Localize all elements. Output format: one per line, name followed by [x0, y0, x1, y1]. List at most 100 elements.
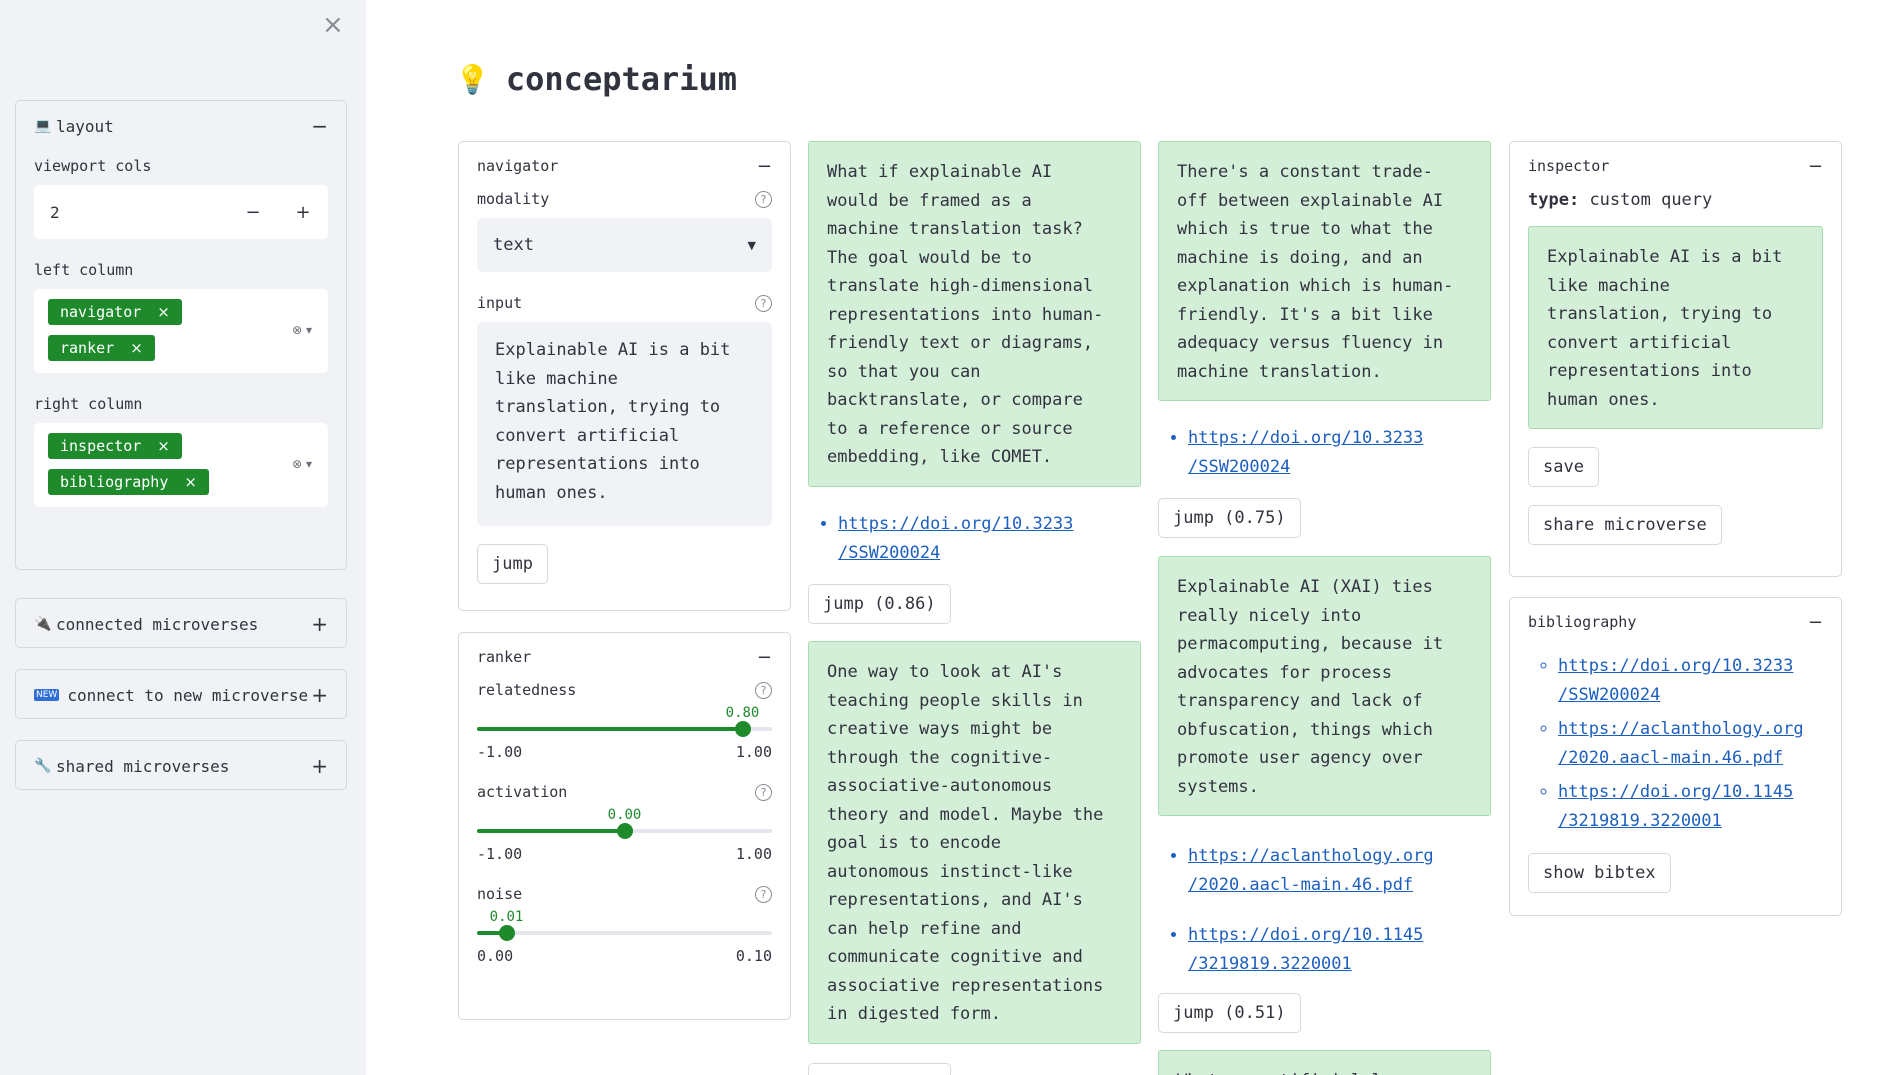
- slider-thumb[interactable]: [734, 721, 751, 737]
- input-textarea[interactable]: Explainable AI is a bit like machine tra…: [477, 322, 772, 526]
- slider-fill: [477, 727, 743, 731]
- viewport-cols-label: viewport cols: [34, 157, 152, 175]
- reference-link[interactable]: https://doi.org/10.3233 /SSW200024: [1558, 656, 1793, 705]
- result-card[interactable]: One way to look at AI's teaching people …: [808, 641, 1141, 1044]
- right-column-label: right column: [34, 395, 143, 413]
- help-icon[interactable]: ?: [755, 783, 772, 801]
- bibliography-title: bibliography: [1528, 613, 1637, 631]
- layout-expander: 💻 layout − viewport cols 2 − + left colu…: [15, 100, 347, 570]
- ranker-panel: ranker − relatedness? 0.80 -1.00 1.00 activa…: [458, 632, 791, 1020]
- ranker-title: ranker: [477, 648, 532, 666]
- tag-ranker: ranker ×: [48, 335, 155, 361]
- expand-icon[interactable]: +: [311, 612, 328, 636]
- list-item: https://doi.org/10.1145 /3219819.3220001: [1188, 921, 1491, 978]
- close-sidebar-icon[interactable]: ×: [322, 12, 344, 38]
- viewport-cols-value[interactable]: 2: [50, 203, 228, 222]
- left-column-label: left column: [34, 261, 134, 279]
- reference-link[interactable]: https://doi.org/10.1145 /3219819.3220001: [1558, 782, 1793, 831]
- result-links: https://doi.org/10.3233 /SSW200024: [808, 510, 1141, 567]
- connected-microverses-title: connected microverses: [56, 614, 259, 634]
- slider-thumb[interactable]: [498, 925, 515, 941]
- remove-tag-icon[interactable]: ×: [157, 437, 170, 455]
- jump-button[interactable]: jump (0.57): [808, 1063, 951, 1075]
- collapse-icon[interactable]: −: [1808, 612, 1823, 633]
- save-button[interactable]: save: [1528, 447, 1599, 487]
- plug-icon: 🔌: [34, 616, 52, 632]
- slider-value: 0.01: [489, 909, 524, 925]
- page-title: conceptarium: [505, 60, 738, 98]
- slider-min: -1.00: [477, 743, 523, 761]
- remove-tag-icon[interactable]: ×: [184, 473, 197, 491]
- expand-icon[interactable]: +: [311, 683, 328, 707]
- connect-new-microverse-title: connect to new microverse: [67, 685, 309, 705]
- help-icon[interactable]: ?: [755, 294, 772, 312]
- collapse-icon[interactable]: −: [757, 647, 772, 668]
- result-card[interactable]: There's a constant trade- off between ex…: [1158, 141, 1491, 401]
- inspector-header[interactable]: inspector −: [1510, 142, 1841, 190]
- collapse-icon[interactable]: −: [1808, 156, 1823, 177]
- navigator-header[interactable]: navigator −: [459, 142, 790, 190]
- decrement-button[interactable]: −: [228, 202, 278, 223]
- input-label: input: [477, 294, 523, 312]
- modality-select[interactable]: text ▼: [477, 218, 772, 272]
- result-links: https://doi.org/10.3233 /SSW200024: [1158, 424, 1491, 481]
- collapse-icon[interactable]: −: [311, 114, 328, 138]
- help-icon[interactable]: ?: [755, 190, 772, 208]
- share-microverse-button[interactable]: share microverse: [1528, 505, 1722, 545]
- inspector-text: Explainable AI is a bit like machine tra…: [1528, 226, 1823, 429]
- slider-fill: [477, 829, 625, 833]
- viewport-cols-input[interactable]: 2 − +: [34, 185, 328, 239]
- slider-thumb[interactable]: [616, 823, 633, 839]
- inspector-type: type: custom query: [1528, 190, 1713, 210]
- help-icon[interactable]: ?: [755, 681, 772, 699]
- reference-link[interactable]: https://aclanthology.org /2020.aacl-main…: [1558, 719, 1804, 768]
- connect-new-microverse-expander[interactable]: NEW connect to new microverse +: [15, 669, 347, 719]
- reference-link[interactable]: https://doi.org/10.3233 /SSW200024: [1188, 428, 1423, 477]
- wrench-icon: 🔧: [34, 758, 52, 774]
- result-card[interactable]: Explainable AI (XAI) ties really nicely …: [1158, 556, 1491, 816]
- lightbulb-icon: 💡: [455, 62, 490, 96]
- show-bibtex-button[interactable]: show bibtex: [1528, 853, 1671, 893]
- reference-link[interactable]: https://doi.org/10.1145 /3219819.3220001: [1188, 925, 1423, 974]
- navigator-title: navigator: [477, 157, 559, 175]
- connected-microverses-expander[interactable]: 🔌 connected microverses +: [15, 598, 347, 648]
- jump-button[interactable]: jump (0.51): [1158, 993, 1301, 1033]
- list-item: https://doi.org/10.3233 /SSW200024: [838, 510, 1141, 567]
- ranker-header[interactable]: ranker −: [459, 633, 790, 681]
- slider-min: 0.00: [477, 947, 514, 965]
- jump-button[interactable]: jump (0.86): [808, 584, 951, 624]
- jump-button[interactable]: jump: [477, 544, 548, 584]
- result-links: https://aclanthology.org /2020.aacl-main…: [1158, 842, 1491, 978]
- page-header: 💡 conceptarium: [455, 60, 737, 98]
- modality-label: modality: [477, 190, 550, 208]
- clear-and-dropdown-icon[interactable]: ⊗ ▾: [292, 457, 312, 471]
- list-item: https://aclanthology.org /2020.aacl-main…: [1188, 842, 1491, 899]
- left-column-multiselect[interactable]: navigator × ranker × ⊗ ▾: [34, 289, 328, 373]
- collapse-icon[interactable]: −: [757, 156, 772, 177]
- remove-tag-icon[interactable]: ×: [130, 339, 143, 357]
- new-icon: NEW: [34, 689, 60, 701]
- clear-and-dropdown-icon[interactable]: ⊗ ▾: [292, 323, 312, 337]
- result-card[interactable]: What if explainable AI would be framed a…: [808, 141, 1141, 487]
- modality-value: text: [493, 235, 534, 255]
- bibliography-header[interactable]: bibliography −: [1510, 598, 1841, 646]
- layout-header[interactable]: 💻 layout −: [16, 101, 346, 151]
- shared-microverses-expander[interactable]: 🔧 shared microverses +: [15, 740, 347, 790]
- chevron-down-icon: ▼: [747, 238, 756, 252]
- slider-label: activation: [477, 783, 568, 801]
- expand-icon[interactable]: +: [311, 754, 328, 778]
- reference-link[interactable]: https://aclanthology.org /2020.aacl-main…: [1188, 846, 1434, 895]
- list-item: https://doi.org/10.3233 /SSW200024: [1188, 424, 1491, 481]
- increment-button[interactable]: +: [278, 202, 328, 223]
- help-icon[interactable]: ?: [755, 885, 772, 903]
- reference-link[interactable]: https://doi.org/10.3233 /SSW200024: [838, 514, 1073, 563]
- jump-button[interactable]: jump (0.75): [1158, 498, 1301, 538]
- slider-activation: activation? 0.00 -1.00 1.00: [459, 783, 790, 863]
- slider-track[interactable]: [477, 823, 772, 839]
- right-column-multiselect[interactable]: inspector × bibliography × ⊗ ▾: [34, 423, 328, 507]
- result-card[interactable]: What an artificial language: [1158, 1050, 1491, 1075]
- slider-max: 1.00: [735, 845, 772, 863]
- remove-tag-icon[interactable]: ×: [157, 303, 170, 321]
- slider-track[interactable]: [477, 721, 772, 737]
- slider-track[interactable]: [477, 925, 772, 941]
